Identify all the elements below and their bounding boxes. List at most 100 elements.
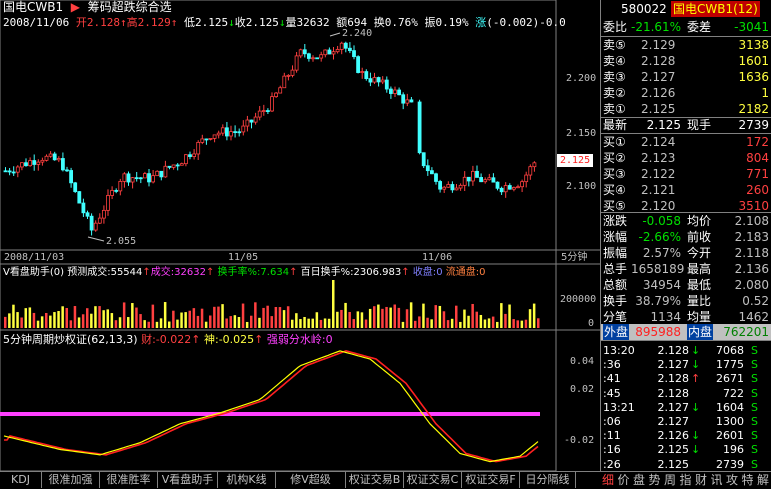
bid-label: 买②: [603, 151, 626, 165]
volume-bar: [213, 306, 216, 328]
candle-body: [3, 170, 8, 173]
volume-bar: [323, 318, 327, 328]
amp-value: 0.19%: [435, 16, 469, 29]
tab-5[interactable]: 修V超级MACD: [276, 472, 346, 488]
candle-body: [294, 55, 299, 71]
dropdown-triangle-icon[interactable]: ▶: [67, 0, 84, 14]
volume-bar: [438, 305, 442, 328]
tab-4[interactable]: 机构K线: [218, 472, 276, 488]
right-tab-5[interactable]: 指: [680, 472, 692, 488]
candle-body: [298, 49, 303, 57]
oscillator-lines: [0, 350, 540, 463]
tab-0[interactable]: KDJ: [0, 472, 42, 488]
volume-bar: [377, 304, 380, 328]
open-value: 2.128: [86, 16, 120, 29]
ask-label: 卖①: [603, 102, 626, 116]
volume-bar: [262, 307, 265, 328]
index-label[interactable]: 筹码超跌综合选: [88, 0, 172, 14]
vol-label: 量: [285, 16, 297, 29]
volume-bar: [53, 312, 56, 328]
stat-label-1: 总额: [603, 278, 628, 292]
stat-label-2: 今开: [687, 246, 712, 260]
candle-body: [409, 99, 414, 103]
inner-value: 762201: [723, 325, 769, 339]
volume-bar: [225, 318, 228, 328]
candle-body: [302, 49, 307, 55]
vol-panel-title[interactable]: V看盘助手(0): [3, 267, 64, 278]
candle-body: [265, 110, 270, 112]
candle-body: [446, 184, 451, 188]
volume-bar: [81, 314, 85, 328]
volume-bar: [245, 321, 249, 328]
volume-bar: [319, 319, 323, 328]
right-tab-0[interactable]: 细: [602, 472, 614, 488]
osc-title[interactable]: 5分钟周期炒权证(62,13,3): [3, 333, 138, 346]
quote-stock-name[interactable]: 国电CWB1(12): [671, 1, 760, 17]
volume-bar: [61, 306, 64, 328]
volume-bar: [40, 316, 44, 328]
bid-row: 买② 2.123 804: [601, 150, 771, 166]
tab-2[interactable]: 很准胜率: [100, 472, 158, 488]
tab-3[interactable]: V看盘助手: [158, 472, 218, 488]
tab-7[interactable]: 权证交易C: [404, 472, 462, 488]
stock-name[interactable]: 国电CWB1: [3, 0, 63, 14]
ask-row: 卖⑤ 2.129 3138: [601, 37, 771, 53]
right-tab-2[interactable]: 盘: [633, 472, 645, 488]
candle-body: [114, 190, 119, 192]
volume-bar: [274, 306, 278, 328]
bid-label: 买③: [603, 167, 626, 181]
volume-bar: [16, 312, 19, 328]
right-tab-4[interactable]: 周: [664, 472, 676, 488]
volume-bar: [192, 308, 196, 328]
tab-1[interactable]: 很准加强: [42, 472, 100, 488]
flow-value: 0: [479, 267, 486, 278]
right-tab-7[interactable]: 讯: [711, 472, 723, 488]
candle-body: [356, 56, 361, 73]
candle-body: [106, 195, 110, 211]
candle-body: [442, 186, 447, 190]
tab-9[interactable]: 日分隔线: [520, 472, 576, 488]
ask-label: 卖③: [603, 70, 626, 84]
hundred-label: 百日换手%:: [300, 267, 354, 278]
volume-bar: [28, 307, 32, 328]
right-tab-1[interactable]: 价: [618, 472, 630, 488]
candle-body: [360, 71, 365, 73]
period-label[interactable]: 5分钟: [561, 252, 587, 263]
volume-bar: [200, 308, 204, 328]
tab-6[interactable]: 权证交易B: [346, 472, 404, 488]
volume-bar: [315, 312, 319, 328]
candle-body: [11, 171, 16, 174]
candle-body: [462, 176, 467, 186]
volume-bar: [311, 318, 314, 328]
date-label-3: 11/06: [422, 252, 453, 263]
weicha-label: 委差: [687, 20, 712, 34]
volume-bar: [373, 306, 376, 328]
shen-value: -0.025: [218, 333, 255, 346]
code-row: 580022 国电CWB1(12): [601, 1, 771, 17]
high-value: 2.129: [137, 16, 171, 29]
vol-tick: 200000: [560, 294, 597, 305]
right-tab-6[interactable]: 财: [695, 472, 707, 488]
stat-label-1: 涨幅: [603, 230, 628, 244]
stat-value-2: 2.080: [734, 278, 769, 292]
chg-value: (-0.002)-0.0: [486, 16, 566, 29]
right-tab-9[interactable]: 特: [742, 472, 754, 488]
right-tab-10[interactable]: 解: [757, 472, 769, 488]
bid-vol: 804: [746, 151, 769, 165]
low-marker-label: 2.055: [106, 236, 137, 247]
bid-price: 2.124: [641, 135, 676, 149]
volume-bar: [463, 309, 466, 328]
volume-bar: [188, 310, 191, 328]
ask-row: 卖① 2.125 2182: [601, 101, 771, 117]
tab-8[interactable]: 权证交易F: [462, 472, 520, 488]
right-tab-8[interactable]: 攻: [726, 472, 738, 488]
candle-body: [290, 69, 295, 76]
candle-body: [122, 173, 127, 182]
candle-body: [212, 134, 217, 139]
volume-bar: [446, 320, 450, 328]
close-label: 收: [234, 16, 246, 29]
shen-line: [4, 350, 539, 463]
volume-bar: [8, 313, 11, 328]
osc-panel-header: 5分钟周期炒权证(62,13,3) 财:-0.022↑ 神:-0.025↑ 强弱…: [3, 333, 333, 346]
right-tab-3[interactable]: 势: [649, 472, 661, 488]
